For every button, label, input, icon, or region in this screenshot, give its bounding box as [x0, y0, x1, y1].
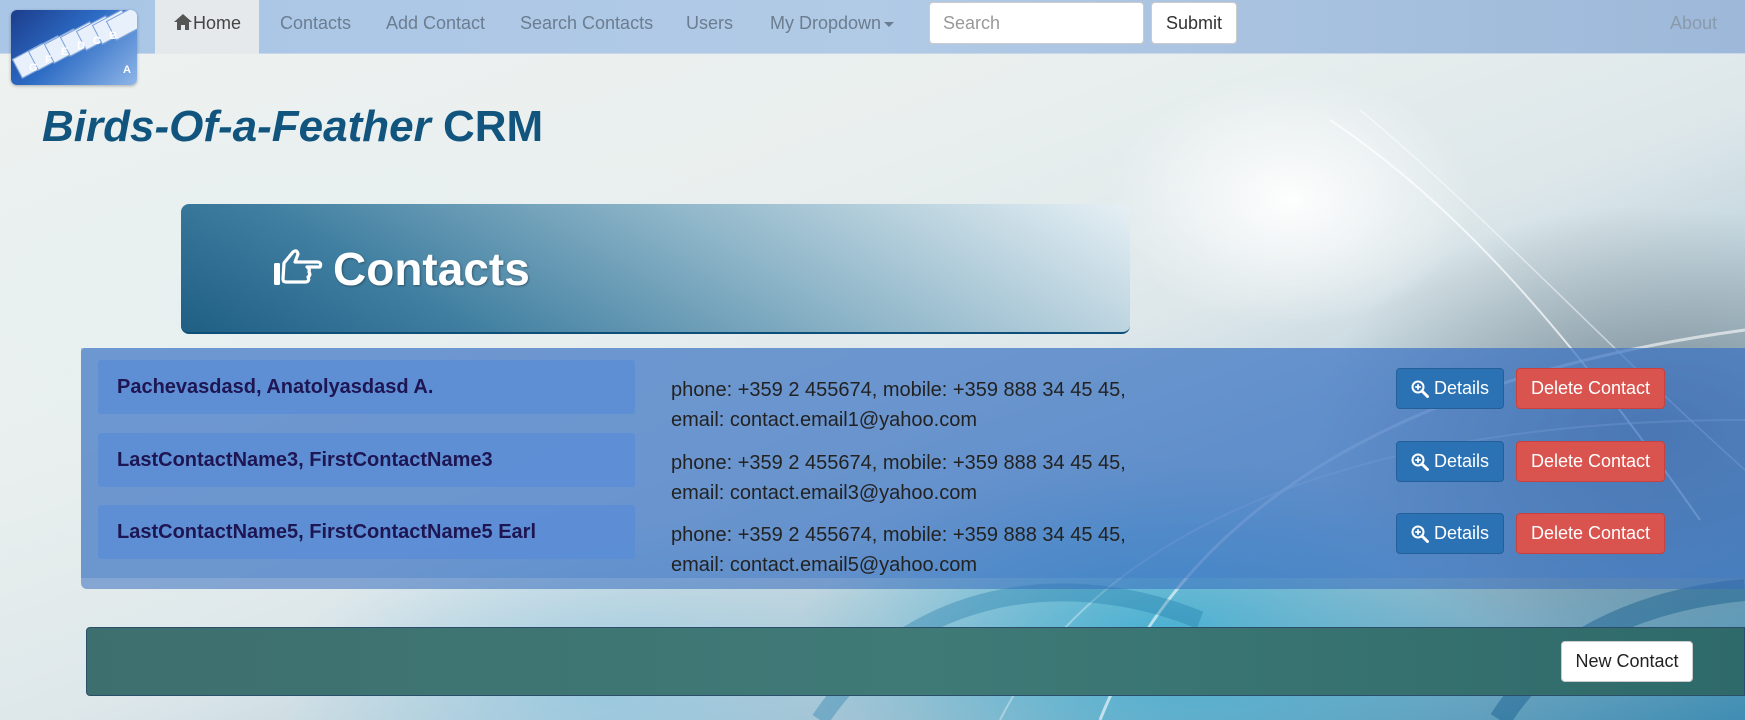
contacts-list: Pachevasdasd, Anatolyasdasd A. phone: +3… — [81, 348, 1745, 589]
home-icon — [174, 14, 192, 30]
zoom-in-icon — [1411, 525, 1429, 543]
details-button-label: Details — [1433, 378, 1490, 398]
top-navbar: Home Contacts Add Contact Search Contact… — [0, 0, 1745, 54]
site-title-brand: Birds-Of-a-Feather — [42, 102, 431, 151]
nav-add-contact[interactable]: Add Contact — [368, 0, 503, 54]
details-button[interactable]: Details — [1396, 441, 1504, 482]
search-input[interactable] — [929, 2, 1144, 44]
nav-home[interactable]: Home — [155, 0, 260, 54]
nav-home-label: Home — [193, 13, 242, 33]
delete-contact-button[interactable]: Delete Contact — [1516, 368, 1665, 409]
contact-phones: phone: +359 2 455674, mobile: +359 888 3… — [671, 379, 1126, 401]
nav-users[interactable]: Users — [668, 0, 751, 54]
site-title: Birds-Of-a-Feather CRM — [42, 102, 543, 152]
actions-bar — [86, 627, 1745, 696]
contact-row: LastContactName5, FirstContactName5 Earl… — [81, 502, 1745, 576]
nav-contacts[interactable]: Contacts — [262, 0, 369, 54]
submit-button[interactable]: Submit — [1151, 2, 1237, 44]
hand-pointing-right-icon — [274, 249, 323, 285]
site-title-suffix: CRM — [442, 102, 544, 151]
logo[interactable]: G F E D C B A — [11, 10, 137, 85]
contact-row: LastContactName3, FirstContactName3 phon… — [81, 430, 1745, 504]
zoom-in-icon — [1411, 380, 1429, 398]
nav-search-contacts[interactable]: Search Contacts — [502, 0, 671, 54]
contact-name[interactable]: Pachevasdasd, Anatolyasdasd A. — [98, 360, 635, 414]
nav-my-dropdown[interactable]: My Dropdown — [752, 0, 912, 54]
contact-info: phone: +359 2 455674, mobile: +359 888 3… — [671, 520, 1126, 580]
contact-phones: phone: +359 2 455674, mobile: +359 888 3… — [671, 524, 1126, 546]
contact-info: phone: +359 2 455674, mobile: +359 888 3… — [671, 448, 1126, 508]
details-button-label: Details — [1433, 523, 1490, 543]
contact-email: email: contact.email5@yahoo.com — [671, 554, 977, 576]
details-button[interactable]: Details — [1396, 368, 1504, 409]
nav-about[interactable]: About — [1670, 0, 1717, 46]
caret-down-icon — [884, 21, 895, 27]
contact-name[interactable]: LastContactName5, FirstContactName5 Earl — [98, 505, 635, 559]
new-contact-button[interactable]: New Contact — [1561, 641, 1693, 682]
delete-contact-button[interactable]: Delete Contact — [1516, 441, 1665, 482]
contact-info: phone: +359 2 455674, mobile: +359 888 3… — [671, 375, 1126, 435]
delete-contact-button[interactable]: Delete Contact — [1516, 513, 1665, 554]
nav-my-dropdown-label: My Dropdown — [770, 13, 882, 33]
zoom-in-icon — [1411, 453, 1429, 471]
contact-phones: phone: +359 2 455674, mobile: +359 888 3… — [671, 452, 1126, 474]
contact-row: Pachevasdasd, Anatolyasdasd A. phone: +3… — [81, 357, 1745, 431]
details-button[interactable]: Details — [1396, 513, 1504, 554]
page-title: Contacts — [273, 242, 530, 296]
page-title-text: Contacts — [333, 243, 530, 295]
contact-name[interactable]: LastContactName3, FirstContactName3 — [98, 433, 635, 487]
details-button-label: Details — [1433, 451, 1490, 471]
contacts-header: Contacts — [181, 204, 1130, 334]
